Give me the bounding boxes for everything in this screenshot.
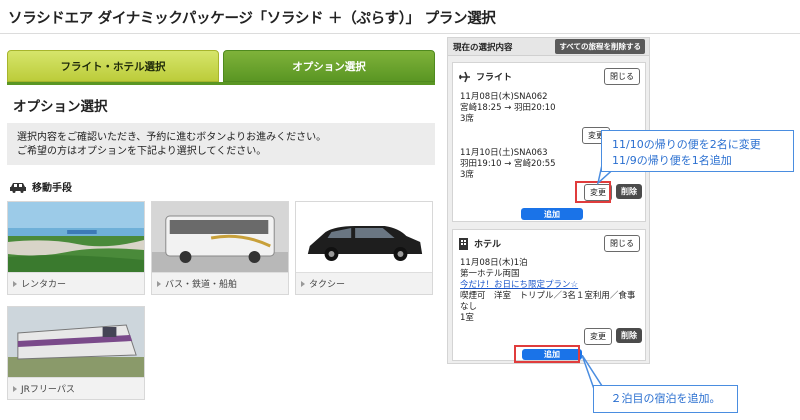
bus-photo xyxy=(152,202,288,272)
hotel-details: 11月08日(木)1泊 第一ホテル両国 今だけ！お日にち限定プラン☆ 喫煙可 洋… xyxy=(460,258,644,324)
hotel-name: 第一ホテル両国 xyxy=(460,269,520,279)
hotel-close-button[interactable]: 閉じる xyxy=(604,235,640,252)
info-line: 選択内容をご確認いただき、予約に進むボタンよりお進みください。 xyxy=(17,132,327,143)
sidebar-header: 現在の選択内容 すべての旅程を削除する xyxy=(448,38,649,56)
flight-panel-header: フライト 閉じる xyxy=(453,63,645,90)
train-photo xyxy=(8,307,144,377)
option-card-rental-car[interactable]: レンタカー xyxy=(7,201,145,295)
main-content: フライト・ホテル選択 オプション選択 オプション選択 選択内容をご確認いただき、… xyxy=(7,50,435,202)
coastal-road-photo xyxy=(8,202,144,272)
transport-group-title: 移動手段 xyxy=(32,183,72,194)
hotel-line: 喫煙可 洋室 トリプル／3名１室利用／食事 xyxy=(460,291,636,301)
page-title: ソラシドエア ダイナミックパッケージ「ソラシド ＋（ぷらす）」 プラン選択 xyxy=(8,11,496,27)
flight-segment-outbound: 11月08日(木)SNA062 宮崎18:25 → 羽田20:10 3席 xyxy=(460,92,556,125)
segment-line: 羽田19:10 → 宮崎20:55 xyxy=(460,159,556,169)
option-card-label: タクシー xyxy=(296,272,432,294)
clear-all-button[interactable]: すべての旅程を削除する xyxy=(555,39,645,54)
taxi-photo xyxy=(296,202,432,272)
hotel-panel: ホテル 閉じる 11月08日(木)1泊 第一ホテル両国 今だけ！お日にち限定プラ… xyxy=(452,229,646,361)
hotel-line: 11月08日(木)1泊 xyxy=(460,258,528,268)
option-label-text: バス・鉄道・船舶 xyxy=(165,280,238,290)
airplane-icon xyxy=(459,71,470,82)
hotel-add-button[interactable]: 追加 xyxy=(522,349,582,360)
building-icon xyxy=(459,238,468,250)
callout-line: 11/10の帰りの便を2名に変更 xyxy=(612,138,761,151)
option-card-label: バス・鉄道・船舶 xyxy=(152,272,288,294)
option-label-text: レンタカー xyxy=(21,280,67,290)
hotel-panel-header: ホテル 閉じる xyxy=(453,230,645,257)
return-delete-button[interactable]: 削除 xyxy=(616,184,642,199)
segment-line: 11月10日(土)SNA063 xyxy=(460,148,548,158)
hotel-add-callout: ２泊目の宿泊を追加。 xyxy=(593,385,738,413)
tab-flight-hotel[interactable]: フライト・ホテル選択 xyxy=(7,50,219,82)
hotel-line: 1室 xyxy=(460,313,474,323)
car-icon xyxy=(10,182,26,193)
hotel-plan-link[interactable]: 今だけ！お日にち限定プラン☆ xyxy=(460,280,644,291)
option-label-text: JRフリーパス xyxy=(21,385,75,395)
option-card-taxi[interactable]: タクシー xyxy=(295,201,433,295)
callout-line: 11/9の帰り便を1名追加 xyxy=(612,154,732,167)
info-line: ご希望の方はオプションを下記より選択してください。 xyxy=(17,146,267,157)
flight-segment-return: 11月10日(土)SNA063 羽田19:10 → 宮崎20:55 3席 xyxy=(460,148,556,181)
title-divider xyxy=(0,33,800,34)
tab-options[interactable]: オプション選択 xyxy=(223,50,435,82)
flight-label: フライト xyxy=(476,73,513,83)
option-card-label: JRフリーパス xyxy=(8,377,144,399)
arrow-right-icon xyxy=(157,280,161,287)
info-box: 選択内容をご確認いただき、予約に進むボタンよりお進みください。 ご希望の方はオプ… xyxy=(7,123,435,165)
hotel-panel-title: ホテル xyxy=(458,237,501,250)
flight-change-callout: 11/10の帰りの便を2名に変更 11/9の帰り便を1名追加 xyxy=(601,130,794,172)
flight-add-button[interactable]: 追加 xyxy=(521,208,583,220)
tab-underline xyxy=(7,82,435,85)
segment-line: 11月08日(木)SNA062 xyxy=(460,92,548,102)
flight-panel-title: フライト xyxy=(458,70,512,83)
transport-group-header: 移動手段 xyxy=(9,179,435,194)
selection-sidebar: 現在の選択内容 すべての旅程を削除する フライト 閉じる 11月08日(木)SN… xyxy=(447,37,650,364)
option-card-bus-rail-ferry[interactable]: バス・鉄道・船舶 xyxy=(151,201,289,295)
option-card-label: レンタカー xyxy=(8,272,144,294)
tab-bar: フライト・ホテル選択 オプション選択 xyxy=(7,50,435,82)
segment-line: 3席 xyxy=(460,114,474,124)
hotel-line: なし xyxy=(460,302,478,312)
option-card-jr-pass[interactable]: JRフリーパス xyxy=(7,306,145,400)
hotel-label: ホテル xyxy=(474,240,502,250)
return-change-button[interactable]: 変更 xyxy=(584,184,612,201)
section-title: オプション選択 xyxy=(13,99,108,115)
segment-line: 宮崎18:25 → 羽田20:10 xyxy=(460,103,556,113)
arrow-right-icon xyxy=(13,280,17,287)
hotel-delete-button[interactable]: 削除 xyxy=(616,328,642,343)
arrow-right-icon xyxy=(13,385,17,392)
flight-close-button[interactable]: 閉じる xyxy=(604,68,640,85)
hotel-change-button[interactable]: 変更 xyxy=(584,328,612,345)
segment-line: 3席 xyxy=(460,170,474,180)
option-label-text: タクシー xyxy=(309,280,346,290)
sidebar-title: 現在の選択内容 xyxy=(453,42,513,53)
arrow-right-icon xyxy=(301,280,305,287)
